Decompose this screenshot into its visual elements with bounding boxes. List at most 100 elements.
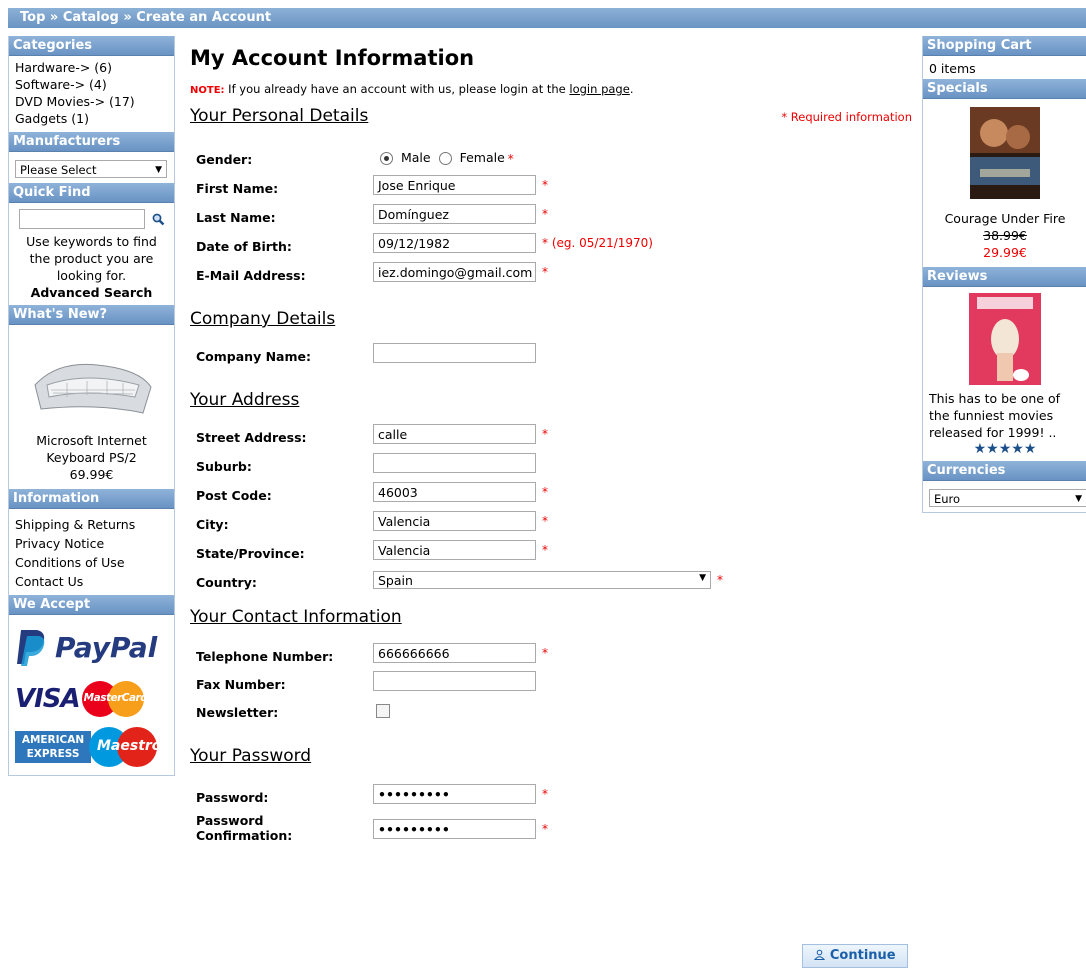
amex-maestro-logos: AMERICAN EXPRESS Maestro [15,725,168,769]
paypal-logo: PayPal [15,625,168,669]
quickfind-input[interactable] [19,209,145,229]
specials-product-link[interactable]: Courage Under Fire [927,210,1083,227]
required-star: * [542,822,548,836]
review-stars: ★★★★★ [973,441,1037,457]
categories-header: Categories [9,36,174,56]
breadcrumb-text[interactable]: Top » Catalog » Create an Account [8,10,271,25]
search-icon[interactable] [152,213,165,226]
cart-header[interactable]: Shopping Cart [923,36,1086,56]
quickfind-header: Quick Find [9,183,174,203]
required-star: * [542,485,548,499]
required-star: * [717,573,723,587]
suburb-label: Suburb: [196,459,252,474]
info-link[interactable]: Conditions of Use [15,553,168,572]
password-label: Password: [196,790,269,805]
state-label: State/Province: [196,546,305,561]
currencies-select[interactable]: Euro ▼ [929,489,1086,507]
password-confirm-label: Password Confirmation: [196,813,292,843]
specials-new-price: 29.99€ [983,245,1027,260]
gender-male-label: Male [400,150,431,165]
phone-input[interactable]: 666666666 [373,643,536,663]
info-link[interactable]: Contact Us [15,572,168,591]
specials-old-price: 38.99€ [983,228,1027,243]
company-section-title: Company Details [190,309,336,329]
contact-section-title: Your Contact Information [190,607,402,627]
required-star: * [507,151,514,166]
first-name-label: First Name: [196,181,279,196]
continue-label: Continue [829,948,896,963]
amex-logo: AMERICAN EXPRESS [15,731,91,763]
phone-label: Telephone Number: [196,649,334,664]
user-icon [814,949,826,960]
note-label: NOTE: [190,85,225,96]
first-name-input[interactable]: Jose Enrique [373,175,536,195]
categories-list: Hardware-> (6) Software-> (4) DVD Movies… [9,56,174,132]
whatsnew-product-link[interactable]: Microsoft Internet Keyboard PS/2 [15,432,168,466]
manufacturers-select-value: Please Select [20,163,97,177]
chevron-down-icon: ▼ [699,573,706,583]
mastercard-text: MasterCard [83,692,148,704]
email-input[interactable]: iez.domingo@gmail.com [373,262,536,282]
last-name-label: Last Name: [196,210,276,225]
currencies-header: Currencies [923,461,1086,481]
paypal-text: PayPal [55,630,158,664]
reviews-product-image[interactable] [969,293,1041,385]
company-name-input[interactable] [373,343,536,363]
category-link[interactable]: Gadgets (1) [15,109,168,128]
information-header: Information [9,489,174,509]
gender-female-label: Female [459,150,505,165]
mastercard-logo: MasterCard [81,681,148,717]
review-text[interactable]: This has to be one of the funniest movie… [929,390,1081,441]
fax-label: Fax Number: [196,677,286,692]
info-link[interactable]: Shipping & Returns [15,515,168,534]
postcode-input[interactable]: 46003 [373,482,536,502]
required-star: * [542,646,548,660]
continue-button[interactable]: Continue [802,944,908,968]
street-input[interactable]: calle [373,424,536,444]
required-star: * [542,178,548,192]
page-title: My Account Information [190,46,475,70]
password-input[interactable]: ••••••••• [373,784,536,804]
required-star: * [542,265,548,279]
required-info: * Required information [781,110,912,124]
required-star: * [542,787,548,801]
country-label: Country: [196,575,257,590]
country-select[interactable]: Spain ▼ [373,571,711,589]
password-confirm-label-1: Password [196,813,264,828]
specials-header[interactable]: Specials [923,79,1086,99]
login-page-link[interactable]: login page [569,82,629,96]
keyboard-image[interactable] [27,343,157,423]
info-link[interactable]: Privacy Notice [15,534,168,553]
gender-label: Gender: [196,152,253,167]
dob-input[interactable]: 09/12/1982 [373,233,536,253]
gender-male-radio[interactable] [380,152,393,165]
city-input[interactable]: Valencia [373,511,536,531]
dob-label: Date of Birth: [196,239,292,254]
suburb-input[interactable] [373,453,536,473]
required-star: * [542,543,548,557]
email-label: E-Mail Address: [196,268,306,283]
advanced-search-link[interactable]: Advanced Search [15,284,168,301]
chevron-down-icon: ▼ [1075,494,1082,504]
company-name-label: Company Name: [196,349,311,364]
last-name-input[interactable]: Domínguez [373,204,536,224]
fax-input[interactable] [373,671,536,691]
address-section-title: Your Address [190,390,300,410]
specials-product-image[interactable] [970,107,1040,199]
required-star: * [542,207,548,221]
chevron-down-icon: ▼ [155,165,162,175]
state-input[interactable]: Valencia [373,540,536,560]
weaccept-header: We Accept [9,595,174,615]
newsletter-label: Newsletter: [196,705,279,720]
manufacturers-select[interactable]: Please Select ▼ [15,160,167,178]
newsletter-checkbox[interactable] [376,704,390,718]
visa-mastercard-logos: VISA MasterCard [15,681,168,717]
amex-text-2: EXPRESS [26,748,80,760]
whatsnew-header: What's New? [9,305,174,325]
reviews-header[interactable]: Reviews [923,267,1086,287]
note-text: If you already have an account with us, … [224,82,570,96]
password-confirm-input[interactable]: ••••••••• [373,819,536,839]
required-star: * [542,514,548,528]
gender-female-radio[interactable] [438,152,452,165]
password-section-title: Your Password [190,746,312,766]
